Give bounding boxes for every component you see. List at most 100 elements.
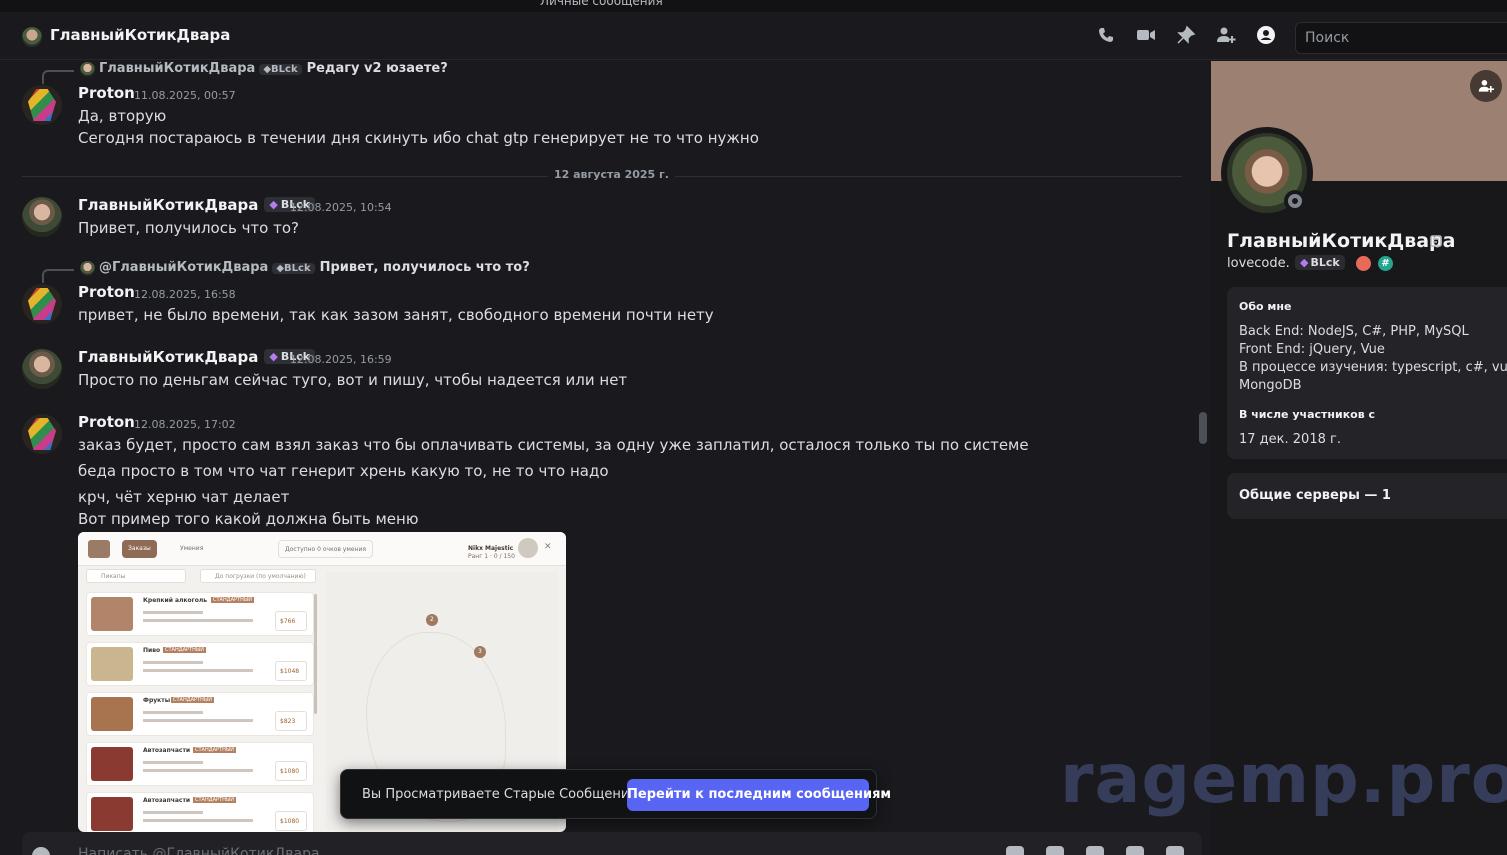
message-text: заказ будет, просто сам взял заказ что б… — [78, 436, 1029, 454]
header-title[interactable]: ГлавныйКотикДвара — [50, 26, 230, 44]
chat-scrollbar[interactable] — [1199, 412, 1207, 444]
order-badge: СТАНДАРТНЫЙ — [193, 747, 237, 753]
message-timestamp: 11.08.2025, 00:57 — [134, 89, 236, 102]
user-profile-icon[interactable] — [1256, 25, 1276, 45]
pin-icon[interactable] — [1176, 25, 1196, 45]
message-list: ГлавныйКотикДвара ◆BLck Редагу v2 юзаете? … — [0, 61, 1210, 855]
reply-avatar — [80, 261, 95, 276]
attachment-filter-label: Пикапы — [101, 573, 126, 580]
top-strip: Личные сообщения — [0, 0, 1507, 12]
attachment-tab-skills: Умения — [180, 545, 204, 552]
message-text: Просто по деньгам сейчас туго, вот и пиш… — [78, 371, 628, 389]
order-price: $1048 — [280, 668, 300, 675]
order-name: Крепкий алкоголь — [143, 597, 208, 604]
about-line: MongoDB — [1239, 378, 1302, 393]
guild-tag: ◆BLck — [272, 263, 315, 274]
order-price: $1080 — [280, 768, 300, 775]
header-toolbar — [1096, 25, 1276, 45]
order-name: Автозапчасти — [143, 747, 191, 754]
watermark: ragemp.pro — [1060, 740, 1507, 819]
attachment-order-item: Автозапчасти СТАНДАРТНЫЙ $1080 — [86, 742, 314, 786]
composer-toolbar — [1006, 846, 1184, 855]
avatar[interactable] — [22, 284, 62, 324]
profile-name: ГлавныйКотикДвара — [1227, 230, 1456, 252]
author-name[interactable]: ГлавныйКотикДвара — [78, 348, 258, 366]
order-name: Фрукты — [143, 697, 171, 704]
attachment-logo — [88, 540, 110, 558]
phone-icon[interactable] — [1096, 25, 1116, 45]
hashtag-badge-icon[interactable]: # — [1378, 256, 1393, 271]
profile-panel: ГлавныйКотикДвара lovecode. ◆ BLck # Обо … — [1211, 61, 1507, 855]
author-name[interactable]: ГлавныйКотикДвара — [78, 196, 258, 214]
sticker-icon[interactable] — [1086, 846, 1104, 855]
map-pin-label: 3 — [478, 648, 482, 655]
attachment-filter-label: До погрузки (по умолчанию) — [215, 573, 306, 580]
attachment-player-rank: Ранг 1 · 0 / 150 — [468, 553, 515, 560]
emoji-icon[interactable] — [1126, 846, 1144, 855]
reply-author[interactable]: @ГлавныйКотикДвара — [99, 260, 268, 275]
order-badge: СТАНДАРТНЫЙ — [211, 597, 255, 603]
add-member-icon[interactable] — [1216, 25, 1236, 45]
message-text: Привет, получилось что то? — [78, 219, 299, 237]
about-title: Обо мне — [1239, 300, 1292, 313]
reply-text[interactable]: Привет, получилось что то? — [320, 260, 530, 275]
attachment-player-avatar — [518, 538, 538, 558]
message-text: крч, чёт херню чат делает — [78, 488, 290, 506]
reply-text[interactable]: Редагу v2 юзаете? — [307, 61, 448, 76]
guild-tag[interactable]: ◆ BLck — [1295, 255, 1345, 270]
message-timestamp: 12.08.2025, 16:59 — [290, 353, 392, 366]
about-line: В процессе изучения: typescript, c#, vue… — [1239, 360, 1507, 375]
message-text: Да, вторую — [78, 107, 167, 125]
apps-icon[interactable] — [1166, 846, 1184, 855]
avatar[interactable] — [22, 349, 62, 389]
member-since-date: 17 дек. 2018 г. — [1239, 432, 1341, 447]
order-name: Пиво — [143, 647, 161, 654]
avatar[interactable] — [22, 85, 62, 125]
map-pin: 3 — [474, 646, 486, 658]
header-avatar[interactable] — [22, 27, 42, 47]
map-pin-label: 2 — [430, 616, 434, 623]
about-line: Back End: NodeJS, C#, PHP, MySQL — [1239, 324, 1469, 339]
heart-badge-icon[interactable] — [1356, 256, 1371, 271]
old-messages-label: Вы Просматриваете Старые Сообщения — [362, 787, 638, 802]
order-name: Автозапчасти — [143, 797, 191, 804]
message-composer[interactable]: Написать @ГлавныйКотикДвара — [22, 832, 1202, 855]
message-author[interactable]: Proton — [78, 283, 135, 301]
avatar[interactable] — [22, 414, 62, 454]
top-strip-label: Личные сообщения — [540, 0, 663, 8]
attachment-order-list: Крепкий алкоголь СТАНДАРТНЫЙ $766 Пиво СТАН… — [86, 592, 314, 832]
attachment-scrollbar — [314, 594, 317, 714]
jump-to-present-button[interactable]: Перейти к последним сообщениям — [627, 779, 891, 811]
attachment-order-item: Пиво СТАНДАРТНЫЙ $1048 — [86, 642, 314, 686]
gif-icon[interactable] — [1046, 846, 1064, 855]
avatar[interactable] — [22, 197, 62, 237]
message-author[interactable]: Proton — [78, 413, 135, 431]
mutual-servers-card[interactable]: Общие серверы — 1 — [1227, 473, 1507, 519]
reply-author[interactable]: ГлавныйКотикДвара — [99, 61, 255, 76]
attachment-order-item: Крепкий алкоголь СТАНДАРТНЫЙ $766 — [86, 592, 314, 636]
reply-spine — [42, 70, 74, 84]
add-friend-icon[interactable] — [1470, 70, 1502, 102]
guild-tag: ◆BLck — [259, 64, 302, 75]
message-text: беда просто в том что чат генерит хрень … — [78, 462, 609, 480]
attachment-tab-orders: Заказы — [122, 540, 157, 558]
message-timestamp: 12.08.2025, 16:58 — [134, 288, 236, 301]
message-text: привет, не было времени, так как зазом з… — [78, 306, 714, 324]
message-timestamp: 12.08.2025, 10:54 — [290, 201, 392, 214]
guild-tag-label: BLck — [271, 64, 298, 75]
about-card: Обо мне Back End: NodeJS, C#, PHP, MySQL… — [1227, 287, 1507, 459]
upload-plus-icon[interactable] — [32, 847, 50, 855]
attachment-filter: До погрузки (по умолчанию) — [200, 569, 316, 583]
close-icon: ✕ — [544, 542, 552, 552]
attachment-order-item: Фрукты СТАНДАРТНЫЙ $823 — [86, 692, 314, 736]
search-input[interactable]: Поиск — [1295, 22, 1507, 54]
video-icon[interactable] — [1136, 25, 1156, 45]
gift-icon[interactable] — [1006, 846, 1024, 855]
reply-avatar — [80, 62, 95, 77]
message-author[interactable]: Proton — [78, 84, 135, 102]
attachment-topbar: Заказы Умения Доступно 0 очков умения Ni… — [78, 532, 566, 566]
reply-spine — [42, 269, 74, 283]
status-offline-icon — [1284, 190, 1306, 212]
notes-icon[interactable] — [1430, 233, 1444, 247]
order-price: $766 — [280, 618, 296, 625]
